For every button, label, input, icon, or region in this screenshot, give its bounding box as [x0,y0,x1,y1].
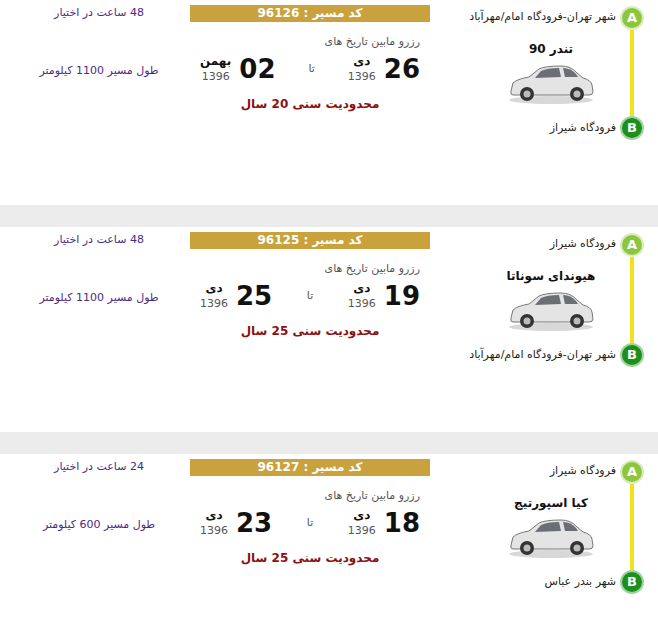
hours: 48 ساعت در اختیار [54,5,144,21]
day: 25 [236,281,272,311]
distance: طول مسیر 600 کیلومتر [43,517,155,533]
route-markers: AB [620,460,644,594]
date-range: 18دی1396تا23دی1396 [190,508,430,538]
destination: شهر تهران-فرودگاه امام/مهرآباد [436,347,616,363]
car-name: تندر 90 [529,41,573,57]
start-date: 18 دی1396 [348,508,420,538]
until-label: تا [307,515,313,532]
start-marker: A [620,6,644,30]
end-marker: B [620,116,644,140]
route-info: فرودگاه شیراز هیوندای سوناتا شهر تهران-فرو… [436,233,620,367]
year: 1396 [348,523,376,538]
origin: شهر تهران-فرودگاه امام/مهرآباد [436,9,616,25]
route-markers: AB [620,233,644,367]
day: 19 [384,281,420,311]
age-limit: محدودیت سنی 25 سال [190,550,430,566]
age-limit: محدودیت سنی 25 سال [190,323,430,339]
car: کیا اسپورتیج [436,479,616,574]
car-name: هیوندای سوناتا [507,268,596,284]
end-marker: B [620,343,644,367]
route-path: ABفرودگاه شیرازهیوندای سوناتاشهر تهران-ف… [436,227,658,367]
route-path: ABشهر تهران-فرودگاه امام/مهرآبادتندر 90ف… [436,0,658,140]
end-date: 02 بهمن1396 [200,54,275,84]
year: 1396 [200,523,228,538]
month: دی [205,281,222,296]
car-icon [505,513,597,559]
reserve-label: رزرو مابین تاریخ های [190,34,430,50]
day: 18 [384,508,420,538]
route-details: 48 ساعت در اختیار طول مسیر 1100 کیلومتر [0,227,190,432]
route-code: کد مسیر : 96125 [190,232,430,249]
route-markers: AB [620,6,644,140]
day: 02 [239,54,275,84]
end-date: 23 دی1396 [200,508,272,538]
route-code: کد مسیر : 96126 [190,5,430,22]
car-icon [505,59,597,105]
separator [0,432,658,454]
distance: طول مسیر 1100 کیلومتر [39,290,158,306]
end-marker: B [620,570,644,594]
reservation: کد مسیر : 96127رزرو مابین تاریخ های18دی1… [190,454,430,621]
car: هیوندای سوناتا [436,252,616,347]
until-label: تا [307,288,313,305]
start-marker: A [620,233,644,257]
route-line [630,257,634,343]
distance: طول مسیر 1100 کیلومتر [39,63,158,79]
day: 26 [384,54,420,84]
route-info: شهر تهران-فرودگاه امام/مهرآباد تندر 90 فرو… [436,6,620,140]
destination: فرودگاه شیراز [436,120,616,136]
hours: 24 ساعت در اختیار [54,459,144,475]
month: دی [353,508,370,523]
route-info: فرودگاه شیراز کیا اسپورتیج شهر بندر عباس [436,460,620,594]
route-details: 48 ساعت در اختیار طول مسیر 1100 کیلومتر [0,0,190,205]
route-card[interactable]: ABفرودگاه شیرازهیوندای سوناتاشهر تهران-ف… [0,227,658,432]
route-card[interactable]: ABشهر تهران-فرودگاه امام/مهرآبادتندر 90ف… [0,0,658,205]
date-range: 19دی1396تا25دی1396 [190,281,430,311]
year: 1396 [348,296,376,311]
route-line [630,30,634,116]
route-code: کد مسیر : 96127 [190,459,430,476]
origin: فرودگاه شیراز [436,463,616,479]
origin: فرودگاه شیراز [436,236,616,252]
separator [0,205,658,227]
end-date: 25 دی1396 [200,281,272,311]
start-date: 26 دی1396 [348,54,420,84]
month-year: دی1396 [348,281,376,311]
hours: 48 ساعت در اختیار [54,232,144,248]
day: 23 [236,508,272,538]
month: بهمن [200,54,231,69]
month: دی [205,508,222,523]
car-icon [505,286,597,332]
year: 1396 [202,69,230,84]
month-year: دی1396 [200,281,228,311]
route-card[interactable]: ABفرودگاه شیرازکیا اسپورتیجشهر بندر عباس… [0,454,658,621]
reservation: کد مسیر : 96125رزرو مابین تاریخ های19دی1… [190,227,430,432]
destination: شهر بندر عباس [436,574,616,590]
route-line [630,484,634,570]
month-year: دی1396 [348,508,376,538]
month-year: دی1396 [348,54,376,84]
month-year: بهمن1396 [200,54,231,84]
date-range: 26دی1396تا02بهمن1396 [190,54,430,84]
month: دی [353,54,370,69]
car: تندر 90 [436,25,616,120]
reserve-label: رزرو مابین تاریخ های [190,261,430,277]
until-label: تا [308,61,314,78]
start-date: 19 دی1396 [348,281,420,311]
route-path: ABفرودگاه شیرازکیا اسپورتیجشهر بندر عباس [436,454,658,594]
year: 1396 [348,69,376,84]
month: دی [353,281,370,296]
reserve-label: رزرو مابین تاریخ های [190,488,430,504]
reservation: کد مسیر : 96126رزرو مابین تاریخ های26دی1… [190,0,430,205]
start-marker: A [620,460,644,484]
route-details: 24 ساعت در اختیار طول مسیر 600 کیلومتر [0,454,190,621]
car-name: کیا اسپورتیج [514,495,588,511]
month-year: دی1396 [200,508,228,538]
year: 1396 [200,296,228,311]
age-limit: محدودیت سنی 20 سال [190,96,430,112]
